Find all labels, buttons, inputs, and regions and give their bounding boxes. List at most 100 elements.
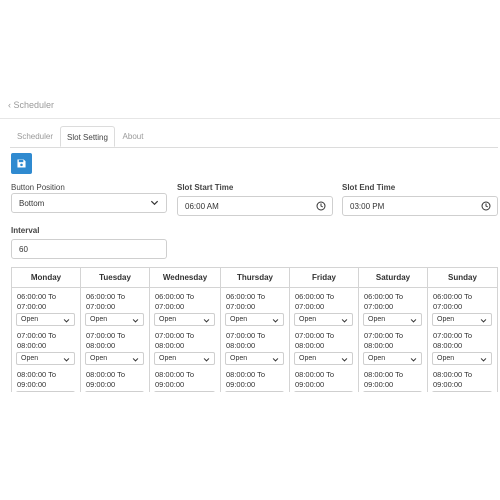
slot-time-range: 08:00:00 To 09:00:00 xyxy=(364,370,404,389)
time-slot: 08:00:00 To 09:00:00 Open xyxy=(81,366,149,392)
slot-status-select[interactable]: Open xyxy=(16,352,75,365)
slot-status-select[interactable]: Open xyxy=(294,352,353,365)
slot-start-time-label: Slot Start Time xyxy=(177,183,234,192)
day-header-sunday: Sunday xyxy=(427,267,498,288)
chevron-down-icon xyxy=(203,319,210,323)
clock-icon[interactable] xyxy=(481,201,491,211)
slot-time-range: 06:00:00 To 07:00:00 xyxy=(17,292,57,311)
tab-about[interactable]: About xyxy=(115,126,151,147)
day-column: 06:00:00 To 07:00:00 Open 07:00:00 To 08:0… xyxy=(220,287,290,392)
slot-time-range: 08:00:00 To 09:00:00 xyxy=(155,370,195,389)
schedule-body-row: 06:00:00 To 07:00:00 Open 07:00:00 To 08:0… xyxy=(11,287,498,392)
tab-slot-setting[interactable]: Slot Setting xyxy=(60,126,115,147)
slot-status-value: Open xyxy=(437,355,455,362)
slot-status-select[interactable]: Open xyxy=(16,313,75,326)
slot-end-time-label: Slot End Time xyxy=(342,183,396,192)
slot-time-range: 07:00:00 To 08:00:00 xyxy=(155,331,195,350)
day-header-friday: Friday xyxy=(289,267,359,288)
slot-status-select[interactable]: Open xyxy=(432,391,492,392)
slot-time-range: 08:00:00 To 09:00:00 xyxy=(17,370,57,389)
button-position-label: Button Position xyxy=(11,183,65,192)
day-column: 06:00:00 To 07:00:00 Open 07:00:00 To 08:0… xyxy=(149,287,221,392)
slot-status-select[interactable]: Open xyxy=(432,352,492,365)
time-slot: 06:00:00 To 07:00:00 Open xyxy=(81,288,149,327)
slot-time-range: 06:00:00 To 07:00:00 xyxy=(364,292,404,311)
slot-status-value: Open xyxy=(230,316,248,323)
slot-status-select[interactable]: Open xyxy=(363,391,422,392)
day-column: 06:00:00 To 07:00:00 Open 07:00:00 To 08:0… xyxy=(80,287,150,392)
slot-status-select[interactable]: Open xyxy=(294,391,353,392)
breadcrumb-label: Scheduler xyxy=(13,100,55,110)
slot-start-time-value: 06:00 AM xyxy=(185,202,219,211)
chevron-down-icon xyxy=(341,319,348,323)
slot-status-value: Open xyxy=(299,316,317,323)
schedule-header-row: Monday Tuesday Wednesday Thursday Friday… xyxy=(11,267,498,288)
slot-status-select[interactable]: Open xyxy=(16,391,75,392)
slot-time-range: 06:00:00 To 07:00:00 xyxy=(86,292,126,311)
slot-status-value: Open xyxy=(159,316,177,323)
button-position-select[interactable]: Bottom xyxy=(11,193,167,213)
slot-status-select[interactable]: Open xyxy=(85,352,144,365)
tab-scheduler[interactable]: Scheduler xyxy=(10,126,60,147)
slot-status-select[interactable]: Open xyxy=(363,313,422,326)
time-slot: 08:00:00 To 09:00:00 Open xyxy=(290,366,358,392)
slot-status-value: Open xyxy=(159,355,177,362)
slot-status-select[interactable]: Open xyxy=(225,391,284,392)
time-slot: 08:00:00 To 09:00:00 Open xyxy=(221,366,289,392)
time-slot: 08:00:00 To 09:00:00 Open xyxy=(359,366,427,392)
slot-end-time-input[interactable]: 03:00 PM xyxy=(342,196,498,216)
slot-status-value: Open xyxy=(299,355,317,362)
slot-status-select[interactable]: Open xyxy=(363,352,422,365)
chevron-down-icon xyxy=(410,319,417,323)
chevron-down-icon xyxy=(272,358,279,362)
chevron-down-icon xyxy=(63,358,70,362)
chevron-down-icon xyxy=(480,319,487,323)
breadcrumb[interactable]: ‹ Scheduler xyxy=(8,100,54,110)
save-icon xyxy=(17,159,26,168)
day-column: 06:00:00 To 07:00:00 Open 07:00:00 To 08:0… xyxy=(427,287,498,392)
day-header-wednesday: Wednesday xyxy=(149,267,221,288)
breadcrumb-bar: ‹ Scheduler xyxy=(0,100,500,119)
time-slot: 08:00:00 To 09:00:00 Open xyxy=(428,366,497,392)
time-slot: 07:00:00 To 08:00:00 Open xyxy=(359,327,427,366)
slot-start-time-input[interactable]: 06:00 AM xyxy=(177,196,333,216)
chevron-down-icon xyxy=(272,319,279,323)
time-slot: 06:00:00 To 07:00:00 Open xyxy=(290,288,358,327)
tab-bar: Scheduler Slot Setting About xyxy=(10,126,498,148)
slot-status-select[interactable]: Open xyxy=(225,352,284,365)
slot-time-range: 08:00:00 To 09:00:00 xyxy=(226,370,266,389)
time-slot: 06:00:00 To 07:00:00 Open xyxy=(221,288,289,327)
slot-time-range: 08:00:00 To 09:00:00 xyxy=(295,370,335,389)
slot-status-select[interactable]: Open xyxy=(294,313,353,326)
slot-status-select[interactable]: Open xyxy=(225,313,284,326)
time-slot: 07:00:00 To 08:00:00 Open xyxy=(12,327,80,366)
slot-status-select[interactable]: Open xyxy=(154,391,215,392)
slot-status-select[interactable]: Open xyxy=(154,352,215,365)
time-slot: 07:00:00 To 08:00:00 Open xyxy=(290,327,358,366)
chevron-down-icon xyxy=(410,358,417,362)
slot-status-select[interactable]: Open xyxy=(85,313,144,326)
time-slot: 08:00:00 To 09:00:00 Open xyxy=(150,366,220,392)
slot-time-range: 06:00:00 To 07:00:00 xyxy=(226,292,266,311)
slot-setting-panel: ‹ Scheduler Scheduler Slot Setting About… xyxy=(0,100,500,392)
day-header-saturday: Saturday xyxy=(358,267,428,288)
slot-status-value: Open xyxy=(90,355,108,362)
day-header-tuesday: Tuesday xyxy=(80,267,150,288)
time-slot: 07:00:00 To 08:00:00 Open xyxy=(428,327,497,366)
interval-input[interactable]: 60 xyxy=(11,239,167,259)
time-slot: 06:00:00 To 07:00:00 Open xyxy=(359,288,427,327)
slot-status-select[interactable]: Open xyxy=(432,313,492,326)
slot-time-range: 07:00:00 To 08:00:00 xyxy=(226,331,266,350)
chevron-down-icon xyxy=(63,319,70,323)
slot-status-select[interactable]: Open xyxy=(85,391,144,392)
clock-icon[interactable] xyxy=(316,201,326,211)
day-column: 06:00:00 To 07:00:00 Open 07:00:00 To 08:0… xyxy=(358,287,428,392)
schedule-table: Monday Tuesday Wednesday Thursday Friday… xyxy=(11,267,498,392)
time-slot: 07:00:00 To 08:00:00 Open xyxy=(221,327,289,366)
time-slot: 06:00:00 To 07:00:00 Open xyxy=(12,288,80,327)
slot-time-range: 07:00:00 To 08:00:00 xyxy=(295,331,335,350)
slot-end-time-value: 03:00 PM xyxy=(350,202,385,211)
slot-status-value: Open xyxy=(437,316,455,323)
save-button[interactable] xyxy=(11,153,32,174)
slot-status-select[interactable]: Open xyxy=(154,313,215,326)
